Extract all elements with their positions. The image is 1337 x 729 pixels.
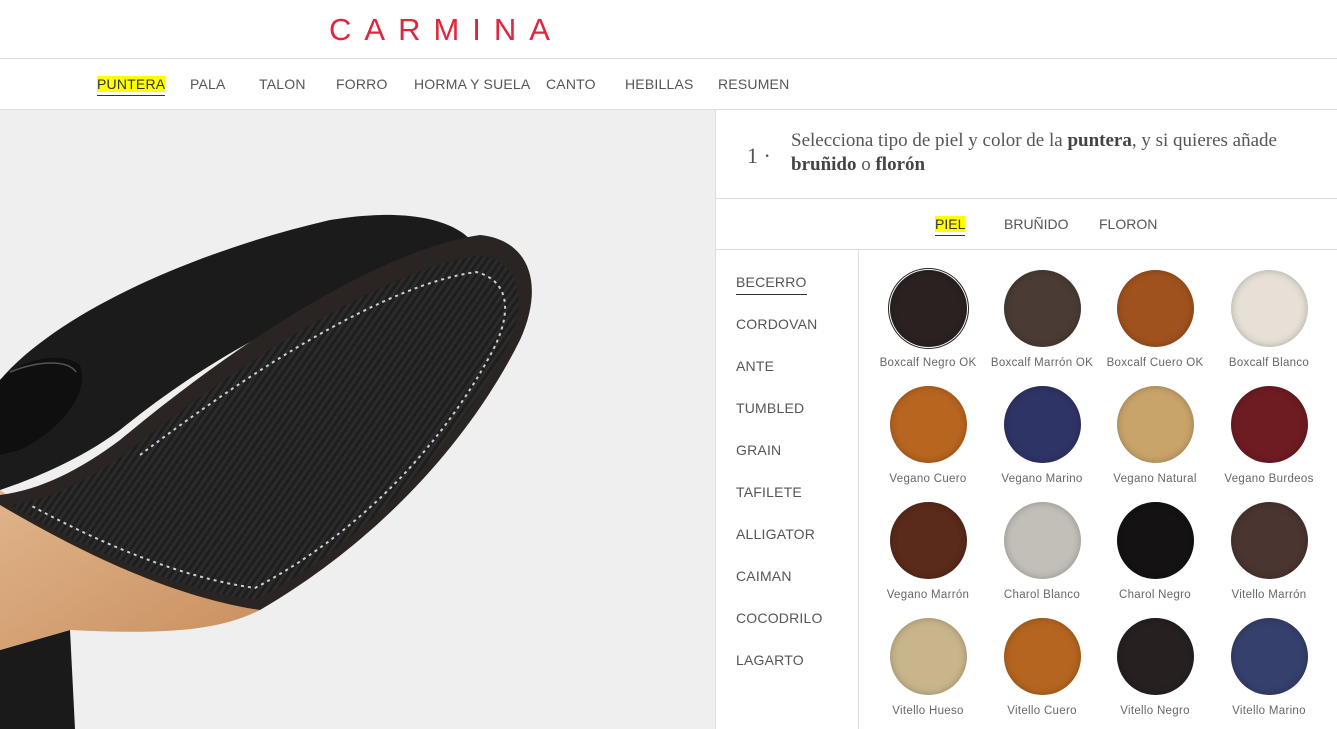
swatch-ring <box>888 500 969 581</box>
swatch-label: Boxcalf Negro OK <box>879 357 977 369</box>
leather-type-lagarto[interactable]: LAGARTO <box>736 652 804 668</box>
color-swatch[interactable]: Charol Negro <box>1098 500 1212 601</box>
swatch-color-circle <box>889 270 967 347</box>
color-swatch[interactable]: Vitello Hueso <box>871 616 985 717</box>
swatch-label: Vegano Natural <box>1113 473 1197 485</box>
site-header: CARMINA <box>0 0 1337 59</box>
swatch-label: Boxcalf Blanco <box>1228 357 1310 369</box>
swatch-label: Vitello Cuero <box>1007 705 1077 717</box>
leather-type-cocodrilo[interactable]: COCODRILO <box>736 610 823 626</box>
nav-item-hebillas[interactable]: HEBILLAS <box>625 76 694 92</box>
swatch-ring <box>1002 384 1083 465</box>
swatch-label: Vitello Marrón <box>1231 589 1307 601</box>
leather-type-tafilete[interactable]: TAFILETE <box>736 484 802 500</box>
leather-type-ante[interactable]: ANTE <box>736 358 774 374</box>
color-swatch[interactable]: Vegano Burdeos <box>1212 384 1326 485</box>
swatch-label: Vegano Burdeos <box>1224 473 1314 485</box>
step-number: 1 · <box>747 143 771 168</box>
swatch-ring <box>887 268 969 349</box>
swatch-ring <box>1229 616 1310 697</box>
shoe-preview[interactable] <box>0 110 715 729</box>
swatch-ring <box>1002 616 1083 697</box>
swatch-label: Vegano Marino <box>1001 473 1083 485</box>
color-swatch[interactable]: Boxcalf Marrón OK <box>985 268 1099 369</box>
swatch-color-circle <box>1230 270 1308 347</box>
leather-type-caiman[interactable]: CAIMAN <box>736 568 792 584</box>
swatch-color-circle <box>1003 502 1081 579</box>
swatch-label: Charol Blanco <box>1003 589 1081 601</box>
swatch-label: Vitello Negro <box>1120 705 1190 717</box>
swatch-label: Vitello Marino <box>1232 705 1306 717</box>
swatch-color-circle <box>1116 502 1194 579</box>
swatch-label: Vitello Hueso <box>892 705 964 717</box>
shoe-sole-illustration <box>0 214 532 729</box>
swatch-color-circle <box>1116 270 1194 347</box>
tab-piel[interactable]: PIEL <box>935 216 966 236</box>
leather-type-grain[interactable]: GRAIN <box>736 442 781 458</box>
nav-item-talon[interactable]: TALON <box>259 76 306 92</box>
swatch-color-circle <box>1230 618 1308 695</box>
swatch-label: Vegano Marrón <box>886 589 970 601</box>
configurator-nav: PUNTERA PALA TALON FORRO HORMA Y SUELA C… <box>0 59 1337 110</box>
color-swatch-grid: Boxcalf Negro OK Boxcalf Marrón OK Boxcalf… <box>860 250 1337 729</box>
color-swatch[interactable]: Boxcalf Blanco <box>1212 268 1326 369</box>
step-instructions: 1 · Selecciona tipo de piel y color de l… <box>716 110 1337 199</box>
swatch-ring <box>1115 384 1196 465</box>
nav-item-canto[interactable]: CANTO <box>546 76 596 92</box>
color-swatch[interactable]: Boxcalf Cuero OK <box>1098 268 1212 369</box>
swatch-ring <box>1002 268 1083 349</box>
swatch-label: Boxcalf Cuero OK <box>1106 357 1204 369</box>
color-swatch[interactable]: Vegano Marino <box>985 384 1099 485</box>
swatch-ring <box>1115 500 1196 581</box>
swatch-label: Boxcalf Marrón OK <box>990 357 1094 369</box>
leather-type-tumbled[interactable]: TUMBLED <box>736 400 804 416</box>
color-swatch[interactable]: Boxcalf Negro OK <box>871 268 985 369</box>
swatch-ring <box>1115 268 1196 349</box>
step-description: Selecciona tipo de piel y color de la pu… <box>791 130 1277 175</box>
color-swatch[interactable]: Vegano Natural <box>1098 384 1212 485</box>
color-swatch[interactable]: Vitello Marrón <box>1212 500 1326 601</box>
swatch-color-circle <box>889 618 967 695</box>
swatch-color-circle <box>889 386 967 463</box>
swatch-color-circle <box>1116 386 1194 463</box>
swatch-color-circle <box>1003 270 1081 347</box>
swatch-ring <box>1229 384 1310 465</box>
swatch-color-circle <box>1003 386 1081 463</box>
brand-logo[interactable]: CARMINA <box>329 12 563 48</box>
leather-type-list: BECERRO CORDOVAN ANTE TUMBLED GRAIN TAFI… <box>716 250 859 729</box>
swatch-ring <box>1002 500 1083 581</box>
color-swatch[interactable]: Vitello Cuero <box>985 616 1099 717</box>
nav-item-resumen[interactable]: RESUMEN <box>718 76 789 92</box>
color-swatch[interactable]: Vitello Negro <box>1098 616 1212 717</box>
swatch-label: Charol Negro <box>1119 589 1191 601</box>
swatch-ring <box>888 616 969 697</box>
nav-item-puntera[interactable]: PUNTERA <box>97 76 166 96</box>
color-swatch[interactable]: Vitello Marino <box>1212 616 1326 717</box>
swatch-ring <box>1229 500 1310 581</box>
swatch-color-circle <box>889 502 967 579</box>
leather-type-cordovan[interactable]: CORDOVAN <box>736 316 817 332</box>
options-panel: 1 · Selecciona tipo de piel y color de l… <box>715 110 1337 729</box>
option-subtabs: PIEL BRUÑIDO FLORON <box>716 199 1337 250</box>
leather-type-alligator[interactable]: ALLIGATOR <box>736 526 815 542</box>
color-swatch[interactable]: Vegano Cuero <box>871 384 985 485</box>
nav-item-pala[interactable]: PALA <box>190 76 226 92</box>
nav-item-horma-y-suela[interactable]: HORMA Y SUELA <box>414 76 530 92</box>
color-swatch[interactable]: Charol Blanco <box>985 500 1099 601</box>
swatch-ring <box>1229 268 1310 349</box>
swatch-color-circle <box>1003 618 1081 695</box>
swatch-color-circle <box>1230 502 1308 579</box>
swatch-ring <box>888 384 969 465</box>
tab-floron[interactable]: FLORON <box>1099 216 1157 232</box>
swatch-color-circle <box>1116 618 1194 695</box>
swatch-ring <box>1115 616 1196 697</box>
swatch-label: Vegano Cuero <box>889 473 967 485</box>
color-swatch[interactable]: Vegano Marrón <box>871 500 985 601</box>
nav-item-forro[interactable]: FORRO <box>336 76 388 92</box>
leather-type-becerro[interactable]: BECERRO <box>736 274 807 295</box>
tab-brunido[interactable]: BRUÑIDO <box>1004 216 1069 232</box>
swatch-color-circle <box>1230 386 1308 463</box>
